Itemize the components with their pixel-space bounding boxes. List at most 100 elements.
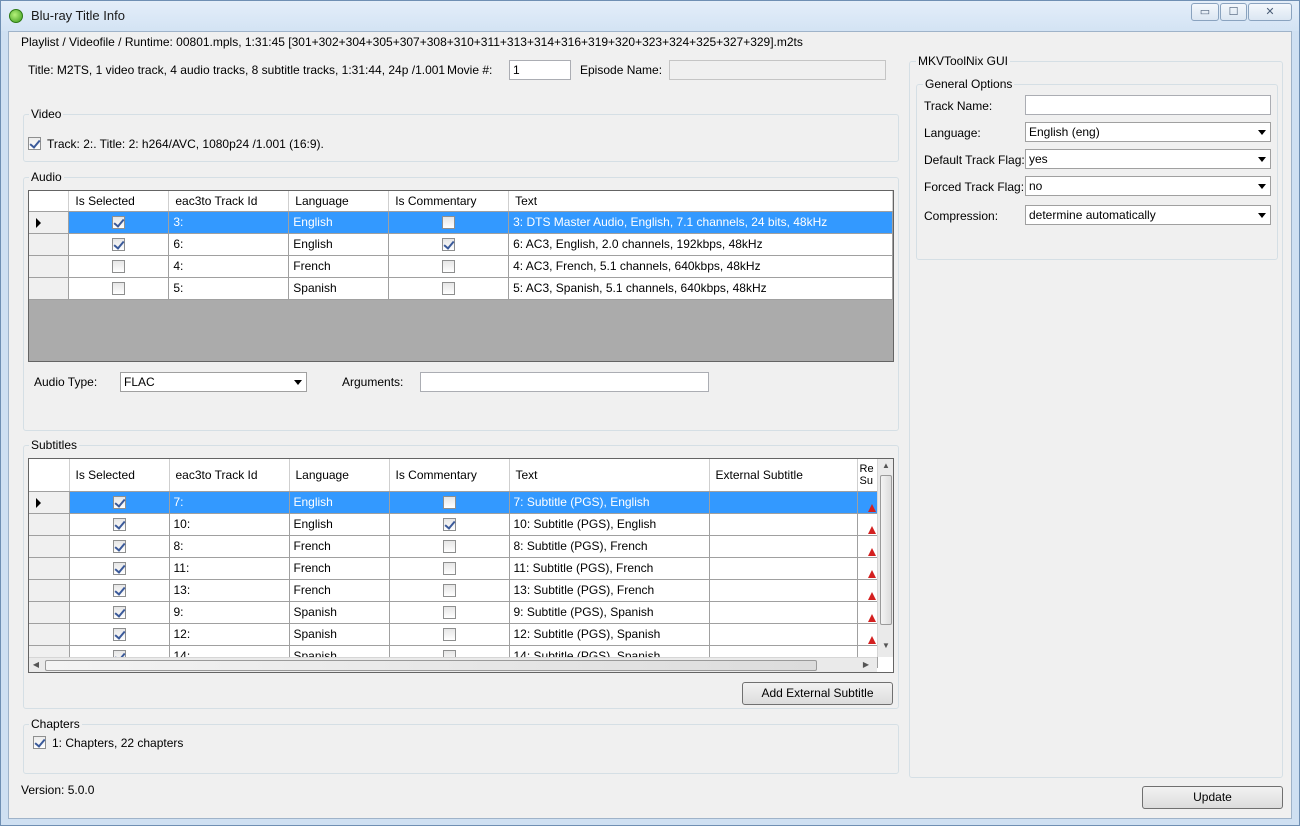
external-subtitle-cell[interactable] [709, 623, 858, 646]
language-cell[interactable]: English [288, 233, 390, 256]
is-selected-checkbox[interactable] [112, 562, 126, 576]
row-header[interactable] [29, 557, 70, 580]
remove-subtitle-cell[interactable] [857, 623, 878, 646]
scroll-up-arrow-icon[interactable]: ▲ [878, 461, 893, 470]
is-selected-checkbox[interactable] [112, 518, 126, 532]
table-row[interactable]: 9: Spanish 9: Subtitle (PGS), Spanish [29, 601, 878, 624]
is-commentary-cell[interactable] [388, 233, 510, 256]
language-cell[interactable]: French [288, 255, 390, 278]
is-selected-cell[interactable] [68, 255, 170, 278]
scroll-left-arrow-icon[interactable]: ◀ [31, 660, 41, 669]
scroll-down-arrow-icon[interactable]: ▼ [878, 641, 893, 650]
is-commentary-cell[interactable] [389, 601, 510, 624]
text-cell[interactable]: 11: Subtitle (PGS), French [509, 557, 710, 580]
table-row[interactable]: 7: English 7: Subtitle (PGS), English [29, 491, 878, 514]
scroll-thumb[interactable] [880, 475, 892, 625]
track-id-cell[interactable]: 12: [169, 623, 290, 646]
is-selected-checkbox[interactable] [112, 584, 126, 598]
row-header[interactable] [29, 535, 70, 558]
language-cell[interactable]: English [289, 513, 390, 536]
is-selected-cell[interactable] [69, 491, 170, 514]
external-subtitle-cell[interactable] [709, 491, 858, 514]
is-commentary-cell[interactable] [389, 623, 510, 646]
text-cell[interactable]: 6: AC3, English, 2.0 channels, 192kbps, … [508, 233, 893, 256]
column-header[interactable]: Text [508, 191, 893, 212]
row-header[interactable] [29, 601, 70, 624]
is-commentary-checkbox[interactable] [442, 584, 456, 598]
is-selected-checkbox[interactable] [112, 238, 126, 252]
table-row[interactable]: 4: French 4: AC3, French, 5.1 channels, … [29, 255, 893, 278]
is-commentary-cell[interactable] [388, 211, 510, 234]
is-selected-checkbox[interactable] [112, 260, 126, 274]
track-id-cell[interactable]: 5: [168, 277, 290, 300]
column-header[interactable]: Is Commentary [388, 191, 510, 212]
column-header[interactable]: Text [509, 459, 710, 492]
scroll-thumb[interactable] [45, 660, 817, 671]
text-cell[interactable]: 10: Subtitle (PGS), English [509, 513, 710, 536]
table-row[interactable]: 10: English 10: Subtitle (PGS), English [29, 513, 878, 536]
is-selected-checkbox[interactable] [112, 540, 126, 554]
language-dropdown[interactable]: English (eng) [1025, 122, 1271, 142]
row-header[interactable] [29, 255, 70, 278]
external-subtitle-cell[interactable] [709, 601, 858, 624]
text-cell[interactable]: 4: AC3, French, 5.1 channels, 640kbps, 4… [508, 255, 893, 278]
row-header[interactable] [29, 513, 70, 536]
is-commentary-cell[interactable] [389, 579, 510, 602]
remove-subtitle-cell[interactable] [857, 557, 878, 580]
track-name-input[interactable] [1025, 95, 1271, 115]
is-commentary-checkbox[interactable] [442, 496, 456, 510]
external-subtitle-cell[interactable] [709, 513, 858, 536]
is-commentary-cell[interactable] [388, 255, 510, 278]
is-selected-cell[interactable] [69, 535, 170, 558]
row-header[interactable] [29, 211, 70, 234]
remove-subtitle-cell[interactable] [857, 535, 878, 558]
column-header[interactable]: Re Su [857, 459, 878, 492]
language-cell[interactable]: French [289, 579, 390, 602]
video-track-checkbox[interactable] [28, 137, 41, 150]
horizontal-scrollbar[interactable]: ◀ ▶ [29, 657, 877, 672]
update-button[interactable]: Update [1142, 786, 1283, 809]
table-row[interactable]: 5: Spanish 5: AC3, Spanish, 5.1 channels… [29, 277, 893, 300]
track-id-cell[interactable]: 8: [169, 535, 290, 558]
language-cell[interactable]: Spanish [288, 277, 390, 300]
track-id-cell[interactable]: 3: [168, 211, 290, 234]
is-selected-checkbox[interactable] [112, 606, 126, 620]
is-selected-cell[interactable] [69, 579, 170, 602]
column-header[interactable]: External Subtitle [709, 459, 858, 492]
track-id-cell[interactable]: 9: [169, 601, 290, 624]
is-commentary-checkbox[interactable] [442, 628, 456, 642]
is-selected-checkbox[interactable] [112, 216, 126, 230]
column-header[interactable]: Language [289, 459, 390, 492]
track-id-cell[interactable]: 10: [169, 513, 290, 536]
row-header[interactable] [29, 277, 70, 300]
is-selected-checkbox[interactable] [112, 496, 126, 510]
remove-subtitle-cell[interactable] [857, 513, 878, 536]
column-header[interactable]: eac3to Track Id [169, 459, 290, 492]
column-header[interactable]: Is Selected [68, 191, 170, 212]
text-cell[interactable]: 9: Subtitle (PGS), Spanish [509, 601, 710, 624]
is-selected-cell[interactable] [69, 513, 170, 536]
language-cell[interactable]: English [288, 211, 390, 234]
text-cell[interactable]: 12: Subtitle (PGS), Spanish [509, 623, 710, 646]
is-commentary-checkbox[interactable] [442, 540, 456, 554]
track-id-cell[interactable]: 6: [168, 233, 290, 256]
add-external-subtitle-button[interactable]: Add External Subtitle [742, 682, 893, 705]
chapters-checkbox[interactable] [33, 736, 46, 749]
text-cell[interactable]: 13: Subtitle (PGS), French [509, 579, 710, 602]
audio-type-dropdown[interactable]: FLAC [120, 372, 307, 392]
remove-subtitle-cell[interactable] [857, 601, 878, 624]
is-commentary-checkbox[interactable] [442, 562, 456, 576]
column-header[interactable]: Language [288, 191, 390, 212]
default-track-flag-dropdown[interactable]: yes [1025, 149, 1271, 169]
external-subtitle-cell[interactable] [709, 557, 858, 580]
forced-track-flag-dropdown[interactable]: no [1025, 176, 1271, 196]
is-commentary-checkbox[interactable] [442, 238, 456, 252]
vertical-scrollbar[interactable]: ▲ ▼ [877, 459, 893, 657]
episode-name-input[interactable] [669, 60, 886, 80]
row-header[interactable] [29, 579, 70, 602]
is-commentary-checkbox[interactable] [442, 518, 456, 532]
language-cell[interactable]: English [289, 491, 390, 514]
language-cell[interactable]: French [289, 535, 390, 558]
movie-number-input[interactable] [509, 60, 571, 80]
track-id-cell[interactable]: 7: [169, 491, 290, 514]
